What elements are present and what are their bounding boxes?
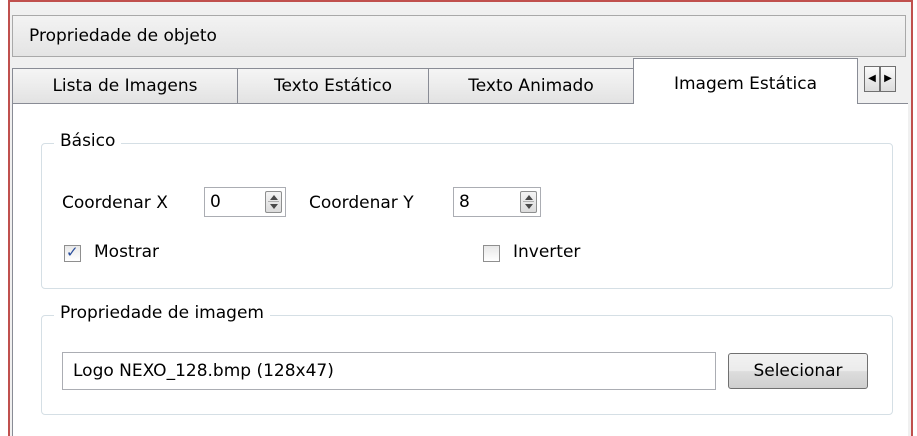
- coord-y-stepper[interactable]: 8: [453, 187, 541, 217]
- coord-x-spin-buttons[interactable]: [265, 191, 282, 213]
- spin-down-icon[interactable]: [525, 204, 533, 209]
- checkmark-icon: ✓: [66, 243, 79, 261]
- group-imagem-legend: Propriedade de imagem: [54, 303, 270, 323]
- panel-title: Propriedade de objeto: [12, 15, 906, 57]
- tab-imagem-estatica[interactable]: Imagem Estática: [633, 58, 858, 104]
- spin-up-icon[interactable]: [525, 195, 533, 200]
- spin-up-icon[interactable]: [270, 195, 278, 200]
- coord-x-label: Coordenar X: [62, 193, 168, 213]
- coord-y-value: 8: [459, 192, 470, 212]
- tab-texto-animado[interactable]: Texto Animado: [428, 68, 634, 104]
- tab-texto-estatico[interactable]: Texto Estático: [237, 68, 429, 104]
- invert-label: Inverter: [513, 242, 581, 262]
- select-button[interactable]: Selecionar: [728, 353, 868, 389]
- invert-checkbox[interactable]: [483, 245, 500, 262]
- tab-lista-de-imagens[interactable]: Lista de Imagens: [12, 68, 238, 104]
- coord-x-stepper[interactable]: 0: [204, 187, 286, 217]
- left-arrow-icon[interactable]: ◀: [864, 66, 880, 92]
- tab-strip: Lista de Imagens Texto Estático Texto An…: [12, 58, 908, 104]
- tab-content: Básico Coordenar X 0 Coordenar Y 8 ✓ Mos…: [12, 103, 908, 436]
- coord-y-spin-buttons[interactable]: [520, 191, 537, 213]
- image-file-field[interactable]: Logo NEXO_128.bmp (128x47): [62, 352, 716, 390]
- coord-y-label: Coordenar Y: [309, 193, 414, 213]
- coord-x-value: 0: [210, 192, 221, 212]
- group-propriedade-de-imagem: Propriedade de imagem Logo NEXO_128.bmp …: [41, 303, 893, 415]
- right-arrow-icon[interactable]: ▶: [880, 66, 896, 92]
- spin-down-icon[interactable]: [270, 204, 278, 209]
- show-label: Mostrar: [94, 242, 159, 262]
- group-basico-legend: Básico: [54, 131, 122, 151]
- group-basico: Básico Coordenar X 0 Coordenar Y 8 ✓ Mos…: [41, 131, 893, 289]
- show-checkbox[interactable]: ✓: [64, 243, 81, 262]
